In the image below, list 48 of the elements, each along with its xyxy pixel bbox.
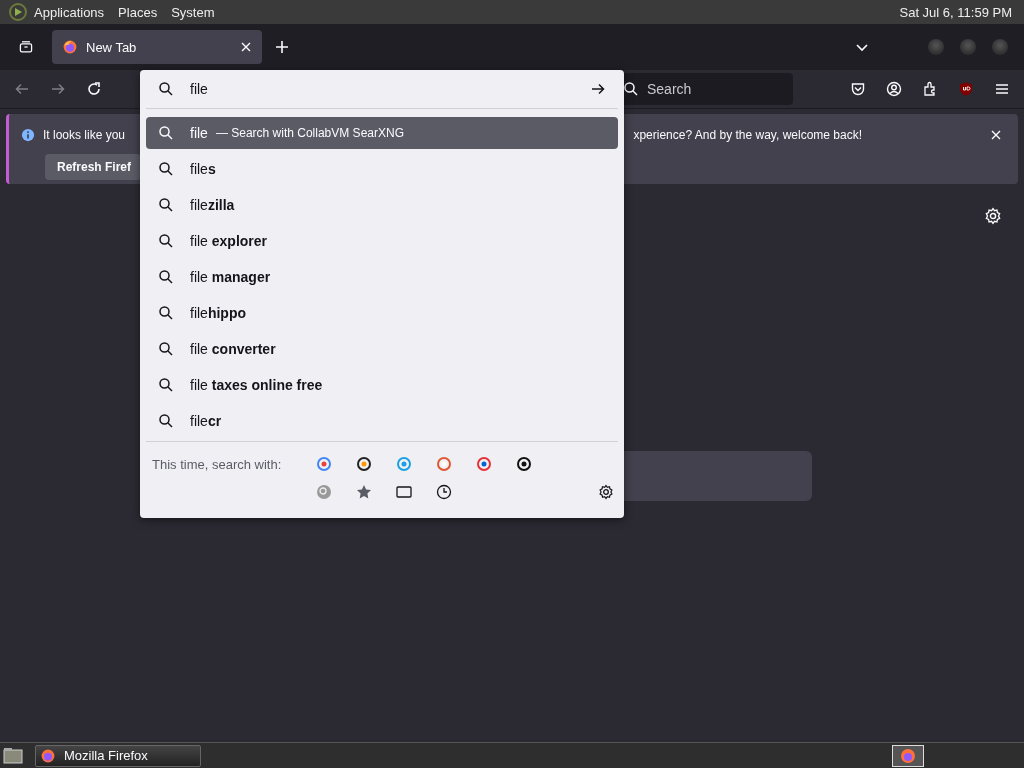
- taskbar-window[interactable]: Mozilla Firefox: [35, 744, 201, 767]
- close-icon[interactable]: [990, 129, 1002, 141]
- suggestion-item[interactable]: filecr: [146, 405, 618, 437]
- suggestion-item[interactable]: file — Search with CollabVM SearXNG: [146, 117, 618, 149]
- search-engine-icon[interactable]: [356, 456, 372, 472]
- search-icon: [158, 233, 174, 249]
- address-field[interactable]: file: [188, 80, 590, 98]
- suggestion-item[interactable]: file manager: [146, 261, 618, 293]
- tab-label: New Tab: [86, 39, 138, 55]
- notification-text: It looks like you: [43, 128, 126, 142]
- search-icon: [158, 197, 174, 213]
- panel-menu[interactable]: Places: [118, 4, 158, 20]
- suggestion-item[interactable]: file taxes online free: [146, 369, 618, 401]
- suggestion-item[interactable]: file converter: [146, 333, 618, 365]
- search-icon: [158, 377, 174, 393]
- search-icon: [158, 125, 174, 141]
- search-icon: [158, 269, 174, 285]
- info-icon: [21, 128, 35, 142]
- search-icon: [158, 81, 174, 97]
- search-icon: [158, 305, 174, 321]
- workspace-switcher-icon[interactable]: [892, 744, 924, 767]
- search-icon: [158, 341, 174, 357]
- notification-text: xperience? And by the way, welcome back!: [633, 128, 862, 142]
- search-input[interactable]: Search: [645, 80, 779, 98]
- go-arrow-icon[interactable]: [590, 81, 606, 97]
- show-desktop-icon[interactable]: [3, 746, 23, 765]
- search-with-label: This time, search with:: [152, 456, 283, 472]
- distro-logo-icon[interactable]: [8, 2, 28, 22]
- browser-logo-icon: [40, 747, 56, 764]
- panel-menu[interactable]: Applications: [34, 4, 105, 20]
- suggestion-item[interactable]: filehippo: [146, 297, 618, 329]
- bookmark-star-icon[interactable]: [356, 484, 372, 500]
- search-engine-icon[interactable]: [516, 456, 532, 472]
- history-icon[interactable]: [436, 484, 452, 500]
- suggestion-item[interactable]: filezilla: [146, 189, 618, 221]
- suggestion-item[interactable]: files: [146, 153, 618, 185]
- close-icon[interactable]: [240, 41, 252, 53]
- tabs-icon[interactable]: [396, 484, 412, 500]
- clock[interactable]: Sat Jul 6, 11:59 PM: [899, 4, 1012, 20]
- settings-icon[interactable]: [598, 484, 614, 500]
- refresh-button[interactable]: Refresh Firef: [45, 154, 142, 180]
- browser-logo-icon: [62, 39, 78, 55]
- suggestion-item[interactable]: file explorer: [146, 225, 618, 257]
- panel-menu[interactable]: System: [171, 4, 215, 20]
- window-title: Mozilla Firefox: [64, 748, 148, 763]
- browser-tab[interactable]: New Tab: [52, 30, 262, 64]
- search-icon: [158, 161, 174, 177]
- search-icon: [158, 413, 174, 429]
